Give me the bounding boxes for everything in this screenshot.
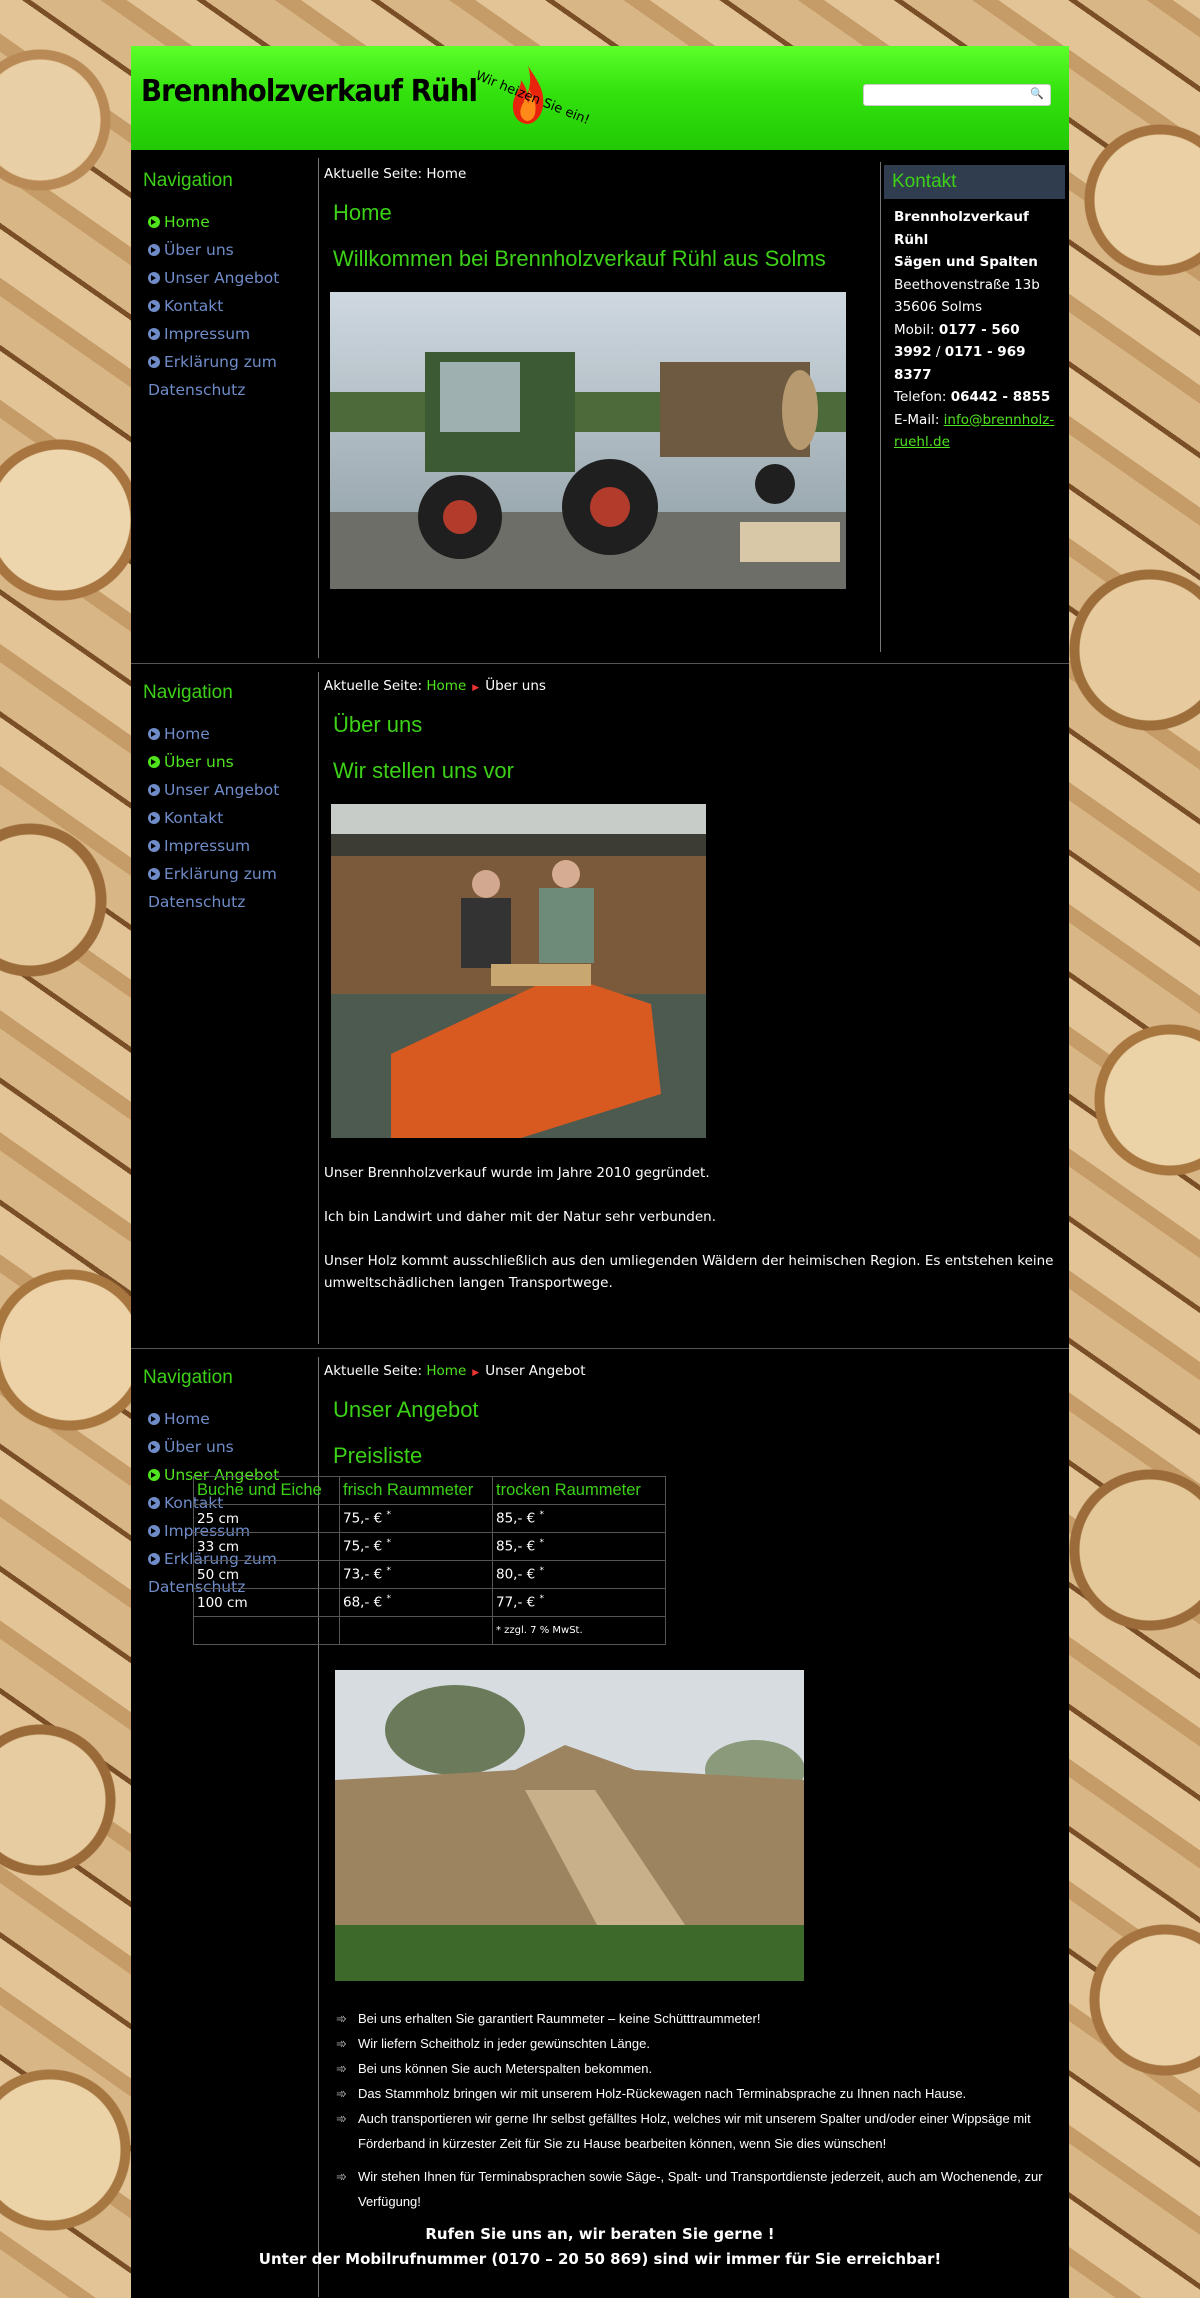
nav-item-angebot[interactable]: Unser Angebot: [148, 264, 279, 292]
arrow-circle-icon: [148, 1413, 160, 1425]
vat-note: * zzgl. 7 % MwSt.: [492, 1616, 666, 1645]
nav-menu: Home Über uns Unser Angebot Kontakt Impr…: [148, 720, 279, 916]
site-header: Brennholzverkauf Rühl Wir heizen Sie ein…: [131, 46, 1069, 150]
nav-item-kontakt[interactable]: Kontakt: [148, 292, 279, 320]
arrow-circle-icon: [148, 1469, 160, 1481]
nav-item-home[interactable]: Home: [148, 208, 279, 236]
chevron-right-icon: ▶: [472, 1368, 480, 1378]
call-to-action: Rufen Sie uns an, wir beraten Sie gerne …: [258, 2225, 942, 2268]
nav-item-datenschutz[interactable]: Erklärung zum: [148, 348, 279, 376]
page-home: Navigation Home Über uns Unser Angebot K…: [131, 150, 1069, 664]
kontakt-box: Brennholzverkauf Rühl Sägen und Spalten …: [894, 209, 1055, 450]
breadcrumb-home-link[interactable]: Home: [426, 1363, 466, 1379]
nav-item-angebot[interactable]: Unser Angebot: [148, 776, 279, 804]
page-title: Über uns: [333, 712, 423, 737]
arrow-circle-icon: [148, 756, 160, 768]
arrow-circle-icon: [148, 328, 160, 340]
breadcrumb-home-link[interactable]: Home: [426, 678, 466, 694]
nav-item-datenschutz[interactable]: Erklärung zum: [148, 860, 279, 888]
nav-item-kontakt[interactable]: Kontakt: [148, 804, 279, 832]
breadcrumb: Aktuelle Seite: Home: [324, 166, 467, 182]
search-icon[interactable]: 🔍: [1030, 87, 1044, 100]
list-item-cont: Verfügung!: [358, 2194, 421, 2209]
woodpile-photo: [335, 1670, 804, 1981]
about-text: Unser Brennholzverkauf wurde im Jahre 20…: [324, 1165, 1054, 1291]
nav-item-ueber-uns[interactable]: Über uns: [148, 236, 279, 264]
nav-item-datenschutz-cont[interactable]: Datenschutz: [148, 888, 279, 916]
list-item-cont: Förderband in kürzester Zeit für Sie zu …: [358, 2136, 887, 2151]
table-row: 50 cm 73,- € * 80,- € *: [193, 1560, 666, 1589]
page-title: Unser Angebot: [333, 1397, 479, 1422]
arrow-circle-icon: [148, 272, 160, 284]
page-title: Home: [333, 200, 392, 225]
email-link[interactable]: info@brennholz-: [944, 412, 1055, 428]
email-link-cont[interactable]: ruehl.de: [894, 434, 950, 450]
nav-item-datenschutz-cont[interactable]: Datenschutz: [148, 376, 279, 404]
page-ueber-uns: Navigation Home Über uns Unser Angebot K…: [131, 664, 1069, 1349]
arrow-circle-icon: [148, 728, 160, 740]
price-table: Buche und Eiche frisch Raummeter trocken…: [193, 1476, 666, 1645]
arrow-circle-icon: [148, 1525, 160, 1537]
list-item: Bei uns erhalten Sie garantiert Raummete…: [336, 2006, 1056, 2031]
table-header: Buche und Eiche: [193, 1476, 340, 1505]
nav-menu: Home Über uns Unser Angebot Kontakt Impr…: [148, 208, 279, 404]
arrow-circle-icon: [148, 868, 160, 880]
list-item: Wir stehen Ihnen für Terminabsprachen so…: [336, 2164, 1056, 2189]
nav-title: Navigation: [143, 170, 233, 191]
offer-list: Bei uns erhalten Sie garantiert Raummete…: [336, 2006, 1056, 2214]
arrow-circle-icon: [148, 1441, 160, 1453]
arrow-circle-icon: [148, 244, 160, 256]
table-row: 100 cm 68,- € * 77,- € *: [193, 1588, 666, 1617]
arrow-circle-icon: [148, 216, 160, 228]
breadcrumb: Aktuelle Seite: Home ▶ Unser Angebot: [324, 1363, 586, 1379]
arrow-circle-icon: [148, 356, 160, 368]
table-row: 33 cm 75,- € * 85,- € *: [193, 1532, 666, 1561]
table-row: * zzgl. 7 % MwSt.: [193, 1616, 666, 1645]
nav-title: Navigation: [143, 1367, 233, 1388]
page-subtitle: Willkommen bei Brennholzverkauf Rühl aus…: [333, 246, 826, 271]
kontakt-heading: Kontakt: [884, 165, 1065, 199]
tractor-photo: [330, 292, 846, 589]
nav-item-home[interactable]: Home: [148, 720, 279, 748]
list-item: Bei uns können Sie auch Meterspalten bek…: [336, 2056, 1056, 2081]
page-subtitle: Preisliste: [333, 1443, 423, 1468]
page-subtitle: Wir stellen uns vor: [333, 758, 514, 783]
search-input[interactable]: 🔍: [863, 84, 1051, 106]
nav-title: Navigation: [143, 682, 233, 703]
arrow-circle-icon: [148, 840, 160, 852]
arrow-circle-icon: [148, 812, 160, 824]
nav-item-ueber-uns[interactable]: Über uns: [148, 748, 279, 776]
chevron-right-icon: ▶: [472, 683, 480, 693]
owners-photo: [331, 804, 706, 1138]
arrow-circle-icon: [148, 300, 160, 312]
table-row: 25 cm 75,- € * 85,- € *: [193, 1504, 666, 1533]
site-logo[interactable]: Brennholzverkauf Rühl: [141, 74, 478, 109]
nav-item-ueber-uns[interactable]: Über uns: [148, 1433, 279, 1461]
list-item: Das Stammholz bringen wir mit unserem Ho…: [336, 2081, 1056, 2106]
list-item: Wir liefern Scheitholz in jeder gewünsch…: [336, 2031, 1056, 2056]
breadcrumb: Aktuelle Seite: Home ▶ Über uns: [324, 678, 546, 694]
arrow-circle-icon: [148, 784, 160, 796]
arrow-circle-icon: [148, 1497, 160, 1509]
list-item: Auch transportieren wir gerne Ihr selbst…: [336, 2106, 1056, 2131]
table-header: trocken Raummeter: [492, 1476, 666, 1505]
arrow-circle-icon: [148, 1553, 160, 1565]
nav-item-impressum[interactable]: Impressum: [148, 320, 279, 348]
nav-item-home[interactable]: Home: [148, 1405, 279, 1433]
nav-item-impressum[interactable]: Impressum: [148, 832, 279, 860]
table-header: frisch Raummeter: [339, 1476, 493, 1505]
